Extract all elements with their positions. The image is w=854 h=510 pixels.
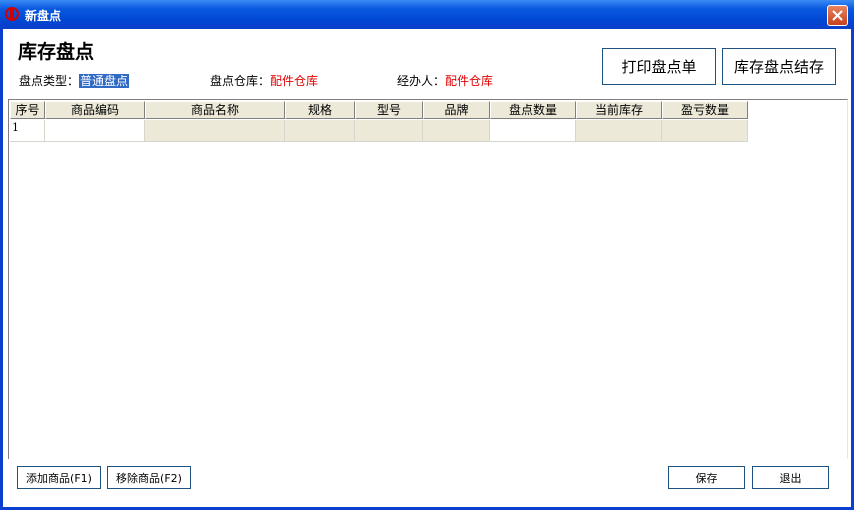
- inventory-grid[interactable]: 序号 商品编码 商品名称 规格 型号 品牌 盘点数量 当前库存 盈亏数量 1: [8, 99, 848, 459]
- col-header-count-qty[interactable]: 盘点数量: [490, 101, 576, 119]
- cell-spec: [285, 120, 355, 142]
- warehouse-label: 盘点仓库：: [210, 74, 271, 88]
- cell-count-qty[interactable]: [490, 120, 576, 142]
- col-header-seq[interactable]: 序号: [10, 101, 45, 119]
- exit-button[interactable]: 退出: [752, 466, 829, 489]
- warehouse-field: 盘点仓库：配件仓库: [210, 72, 318, 89]
- cell-model: [355, 120, 423, 142]
- cell-diff-qty: [662, 120, 748, 142]
- cell-code[interactable]: [45, 120, 145, 142]
- type-field: 盘点类型：普通盘点: [19, 72, 130, 89]
- add-item-button[interactable]: 添加商品(F1): [17, 466, 101, 489]
- remove-item-button[interactable]: 移除商品(F2): [107, 466, 191, 489]
- col-header-model[interactable]: 型号: [355, 101, 423, 119]
- col-header-spec[interactable]: 规格: [285, 101, 355, 119]
- type-value[interactable]: 普通盘点: [79, 74, 130, 88]
- app-icon: [4, 6, 20, 22]
- handler-value[interactable]: 配件仓库: [445, 74, 493, 88]
- cell-name: [145, 120, 285, 142]
- cell-seq[interactable]: 1: [10, 120, 45, 142]
- col-header-diff-qty[interactable]: 盈亏数量: [662, 101, 748, 119]
- handler-label: 经办人：: [397, 74, 446, 88]
- page-title: 库存盘点: [18, 41, 95, 63]
- close-icon: [832, 10, 843, 21]
- window-title: 新盘点: [25, 9, 62, 23]
- save-button[interactable]: 保存: [668, 466, 745, 489]
- col-header-name[interactable]: 商品名称: [145, 101, 285, 119]
- cell-brand: [423, 120, 490, 142]
- print-sheet-button[interactable]: 打印盘点单: [602, 48, 716, 85]
- col-header-brand[interactable]: 品牌: [423, 101, 490, 119]
- settle-inventory-button[interactable]: 库存盘点结存: [722, 48, 836, 85]
- cell-current-stock: [576, 120, 662, 142]
- close-button[interactable]: [827, 5, 848, 26]
- type-label: 盘点类型：: [19, 74, 80, 88]
- handler-field: 经办人：配件仓库: [397, 72, 493, 89]
- col-header-current-stock[interactable]: 当前库存: [576, 101, 662, 119]
- warehouse-value[interactable]: 配件仓库: [270, 74, 318, 88]
- col-header-code[interactable]: 商品编码: [45, 101, 145, 119]
- title-bar[interactable]: 新盘点: [0, 0, 854, 29]
